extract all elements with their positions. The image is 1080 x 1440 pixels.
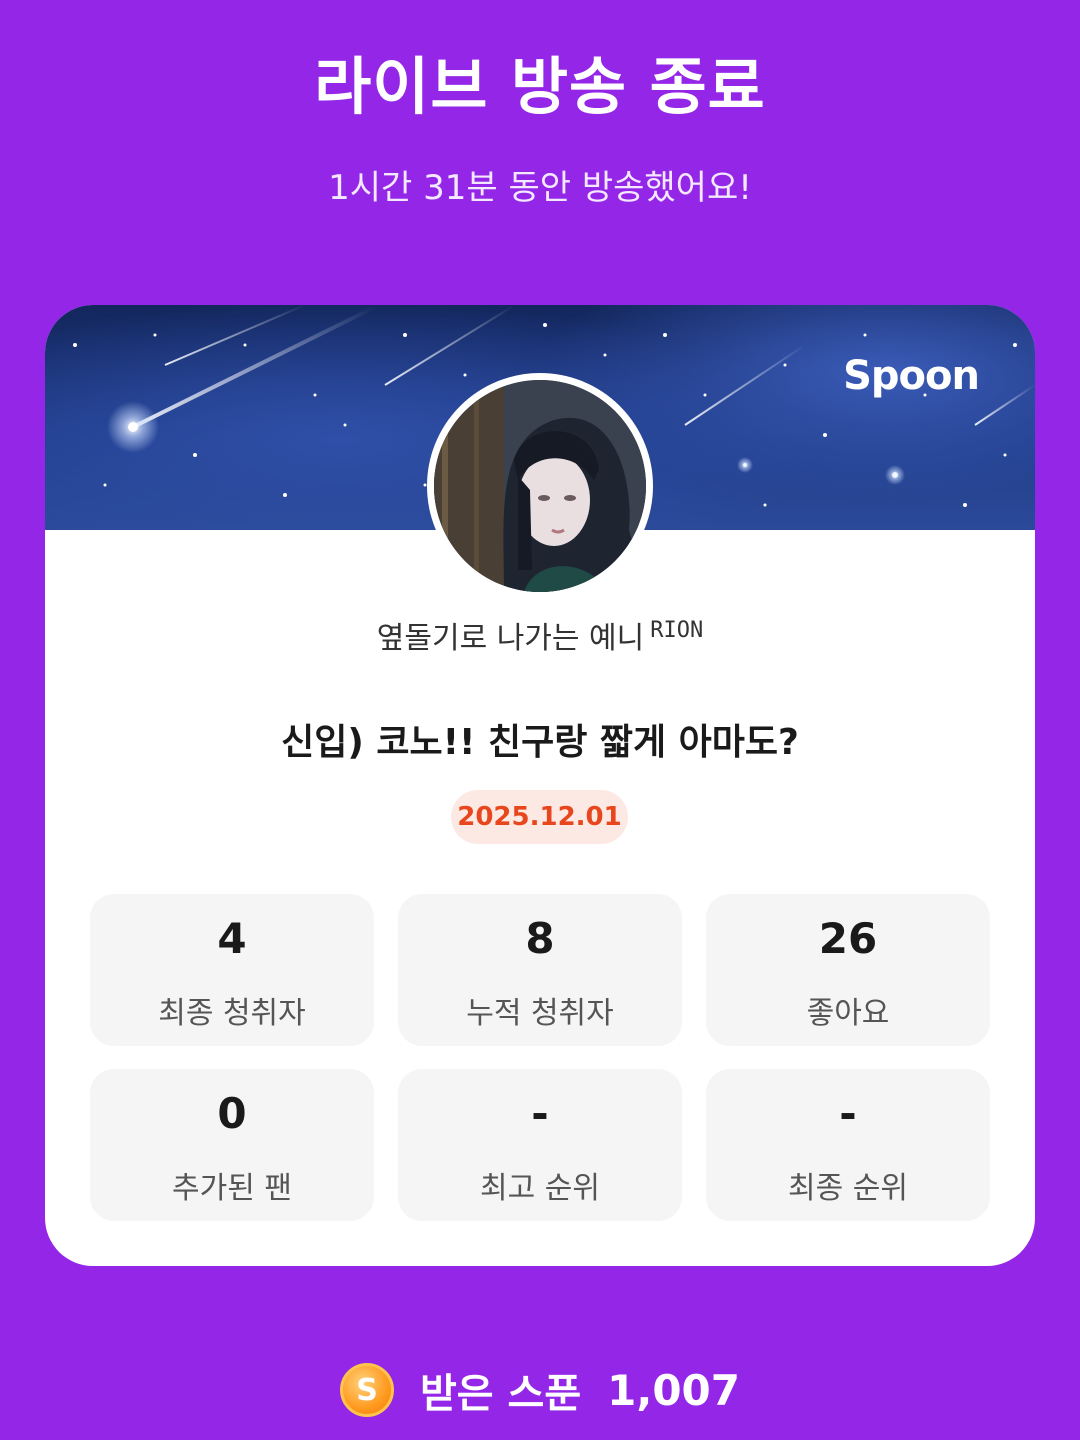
- stat-value: 0: [217, 1089, 247, 1138]
- spoon-count: 1,007: [607, 1365, 740, 1415]
- spoon-label: 받은 스푼: [420, 1371, 582, 1417]
- live-title: 신입) 코노!! 친구랑 짧게 아마도?: [281, 722, 799, 763]
- broadcast-duration: 1시간 31분 동안 방송했어요!: [328, 168, 752, 208]
- stat-label: 추가된 팬: [172, 1171, 292, 1206]
- stat-value: 26: [818, 914, 878, 963]
- spoon-logo: Spoon: [843, 353, 980, 399]
- profile-avatar-image: [434, 380, 646, 592]
- streamer-nickname: 옆돌기로 나가는 예니 RION: [45, 613, 1035, 657]
- stat-best-rank: - 최고 순위: [398, 1069, 682, 1221]
- stat-label: 누적 청취자: [466, 996, 614, 1031]
- stat-label: 좋아요: [806, 996, 890, 1031]
- stat-label: 최종 청취자: [158, 996, 306, 1031]
- spoon-coin-icon: S: [340, 1363, 394, 1417]
- stat-value: 4: [217, 914, 247, 963]
- summary-card: Spoon 옆돌기로 나가는 예니 RION 신입) 코노!! 친구랑 짧게 아마: [45, 305, 1035, 1266]
- stat-label: 최고 순위: [480, 1171, 600, 1206]
- avatar: [427, 373, 653, 599]
- stat-likes: 26 좋아요: [706, 894, 990, 1046]
- live-ended-screen: 라이브 방송 종료 1시간 31분 동안 방송했어요! Spoon 옆돌기로 나…: [0, 0, 1080, 1440]
- stat-value: -: [839, 1089, 857, 1138]
- stat-final-listeners: 4 최종 청취자: [90, 894, 374, 1046]
- stat-total-listeners: 8 누적 청취자: [398, 894, 682, 1046]
- stat-label: 최종 순위: [788, 1171, 908, 1206]
- date-badge: 2025.12.01: [451, 790, 628, 844]
- stat-final-rank: - 최종 순위: [706, 1069, 990, 1221]
- page-title: 라이브 방송 종료: [314, 50, 766, 123]
- stat-value: 8: [525, 914, 555, 963]
- nickname-text: 옆돌기로 나가는 예니: [376, 621, 645, 656]
- received-spoons: S 받은 스푼 1,007: [0, 1360, 1080, 1420]
- stat-value: -: [531, 1089, 549, 1138]
- stat-new-fans: 0 추가된 팬: [90, 1069, 374, 1221]
- nickname-tag: RION: [650, 618, 704, 643]
